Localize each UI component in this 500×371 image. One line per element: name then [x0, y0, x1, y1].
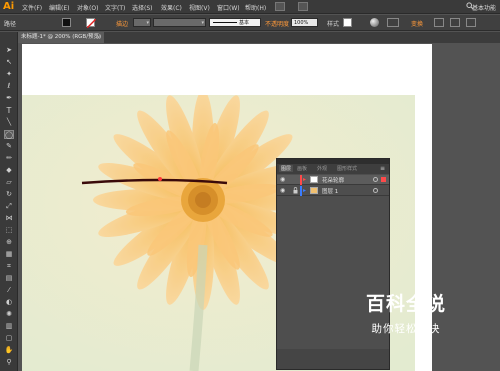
menu-help[interactable]: 帮助(H)	[245, 3, 266, 12]
workspace-switcher[interactable]: 基本功能	[472, 3, 496, 12]
variable-width-dropdown[interactable]: ▾	[153, 18, 206, 27]
magic-wand-tool-icon[interactable]: ✦	[4, 70, 14, 79]
eyedropper-tool-icon[interactable]: ⁄	[4, 286, 14, 295]
bridge-icon[interactable]	[275, 2, 285, 11]
layer-thumbnail	[310, 176, 318, 183]
lock-icon[interactable]	[293, 187, 298, 194]
panel-menu-icon[interactable]: ≡	[380, 165, 385, 172]
layer-name[interactable]: 花朵轮廓	[322, 176, 344, 184]
menu-object[interactable]: 对象(O)	[77, 3, 98, 12]
fill-swatch[interactable]	[62, 18, 71, 27]
layer-row[interactable]: ◉ ▸ 图层 1	[277, 186, 389, 196]
symbol-sprayer-tool-icon[interactable]: ✺	[4, 310, 14, 319]
control-bar: 路径 描边 ▾ ▾ 基本 不透明度 100% 样式 变换	[0, 15, 500, 31]
menu-effect[interactable]: 效果(C)	[161, 3, 182, 12]
gradient-tool-icon[interactable]: ▤	[4, 274, 14, 283]
shape-builder-tool-icon[interactable]: ⊕	[4, 238, 14, 247]
recolor-artwork-icon[interactable]	[370, 18, 379, 27]
close-icon[interactable]: ×	[96, 32, 101, 43]
align-icon[interactable]	[387, 18, 399, 27]
watermark-title: 百科全说	[365, 293, 446, 315]
watermark: 百科全说 助你轻松解决	[346, 289, 466, 344]
width-tool-icon[interactable]: ⋈	[4, 214, 14, 223]
arrange-documents-icon[interactable]	[298, 2, 308, 11]
search-icon[interactable]	[466, 2, 474, 10]
isolate-icon[interactable]	[450, 18, 460, 27]
lasso-tool-icon[interactable]: ℓ	[4, 82, 14, 91]
chevron-down-icon: ▾	[201, 20, 204, 26]
menu-select[interactable]: 选择(S)	[132, 3, 153, 12]
layer-color-bar	[300, 175, 302, 185]
document-tab[interactable]: 未标题-1* @ 200% (RGB/预览) ×	[18, 32, 104, 43]
brush-definition-dropdown[interactable]: 基本	[209, 18, 261, 27]
type-tool-icon[interactable]: T	[4, 106, 14, 115]
visibility-eye-icon[interactable]: ◉	[280, 187, 285, 194]
perspective-grid-tool-icon[interactable]: ▦	[4, 250, 14, 259]
layer-row[interactable]: ◉ ▸ 花朵轮廓	[277, 175, 389, 185]
expand-triangle-icon[interactable]: ▸	[303, 187, 306, 194]
tab-layers[interactable]: 图层	[279, 165, 294, 172]
stroke-weight-dropdown[interactable]: ▾	[133, 18, 151, 27]
mesh-tool-icon[interactable]: ⌗	[4, 262, 14, 271]
panel-tab-bar: 图层 画板 外观 图形样式 ≡	[277, 164, 389, 174]
line-tool-icon[interactable]: ╲	[4, 118, 14, 127]
layer-name[interactable]: 图层 1	[322, 187, 338, 195]
layer-target-icon[interactable]	[373, 177, 378, 182]
app-logo: Ai	[3, 1, 15, 12]
no-stroke-icon	[86, 18, 97, 29]
panel-options-icon[interactable]	[466, 18, 476, 27]
brush-stroke-preview	[213, 22, 237, 23]
selection-tool-icon[interactable]: ➤	[4, 46, 14, 55]
menu-window[interactable]: 窗口(W)	[217, 3, 240, 12]
document-tab-title: 未标题-1* @ 200% (RGB/预览)	[21, 34, 102, 40]
style-label: 样式	[327, 21, 340, 28]
tab-graphic-styles[interactable]: 图形样式	[337, 165, 357, 172]
layer-target-icon[interactable]	[373, 188, 378, 193]
opacity-input[interactable]: 100%	[291, 18, 318, 27]
expand-triangle-icon[interactable]: ▸	[303, 176, 306, 183]
direct-selection-tool-icon[interactable]: ↖	[4, 58, 14, 67]
eraser-tool-icon[interactable]: ▱	[4, 178, 14, 187]
stroke-swatch[interactable]	[86, 18, 97, 29]
paintbrush-tool-icon[interactable]: ✎	[4, 142, 14, 151]
scale-tool-icon[interactable]: ⤢	[4, 202, 14, 211]
column-graph-tool-icon[interactable]: ▥	[4, 322, 14, 331]
tools-panel: ➤ ↖ ✦ ℓ ✒ T ╲ ◯ ✎ ✏ ◆ ▱ ↻ ⤢ ⋈ ⬚ ⊕ ▦ ⌗ ▤ …	[0, 32, 18, 371]
pencil-tool-icon[interactable]: ✏	[4, 154, 14, 163]
blob-brush-tool-icon[interactable]: ◆	[4, 166, 14, 175]
menu-edit[interactable]: 编辑(E)	[49, 3, 69, 12]
graphic-style-swatch[interactable]	[343, 18, 352, 27]
zoom-tool-icon[interactable]: ⚲	[4, 358, 14, 367]
opacity-label[interactable]: 不透明度	[265, 19, 289, 28]
menu-bar: Ai 文件(F) 编辑(E) 对象(O) 文字(T) 选择(S) 效果(C) 视…	[0, 0, 500, 14]
visibility-eye-icon[interactable]: ◉	[280, 176, 285, 183]
pen-tool-icon[interactable]: ✒	[4, 94, 14, 103]
blend-tool-icon[interactable]: ◐	[4, 298, 14, 307]
layer-color-bar	[300, 186, 302, 196]
panel-footer	[277, 349, 389, 369]
flip-icon[interactable]	[434, 18, 444, 27]
selection-indicator[interactable]	[381, 177, 386, 182]
ellipse-tool-icon[interactable]: ◯	[4, 130, 14, 139]
watermark-subtitle: 助你轻松解决	[371, 323, 441, 335]
tab-artboards[interactable]: 画板	[297, 165, 307, 172]
menu-file[interactable]: 文件(F)	[22, 3, 42, 12]
layer-thumbnail	[310, 187, 318, 194]
rotate-tool-icon[interactable]: ↻	[4, 190, 14, 199]
tab-appearance[interactable]: 外观	[317, 165, 327, 172]
selection-type-label: 路径	[4, 21, 17, 28]
brush-label: 基本	[239, 20, 250, 26]
hand-tool-icon[interactable]: ✋	[4, 346, 14, 355]
chevron-down-icon: ▾	[146, 20, 149, 26]
document-tab-bar: 未标题-1* @ 200% (RGB/预览) ×	[18, 32, 500, 43]
menu-view[interactable]: 视图(V)	[189, 3, 210, 12]
artboard-tool-icon[interactable]: ▢	[4, 334, 14, 343]
free-transform-tool-icon[interactable]: ⬚	[4, 226, 14, 235]
transform-label[interactable]: 变换	[411, 19, 423, 28]
menu-type[interactable]: 文字(T)	[105, 3, 125, 12]
stroke-label[interactable]: 描边	[116, 19, 128, 28]
